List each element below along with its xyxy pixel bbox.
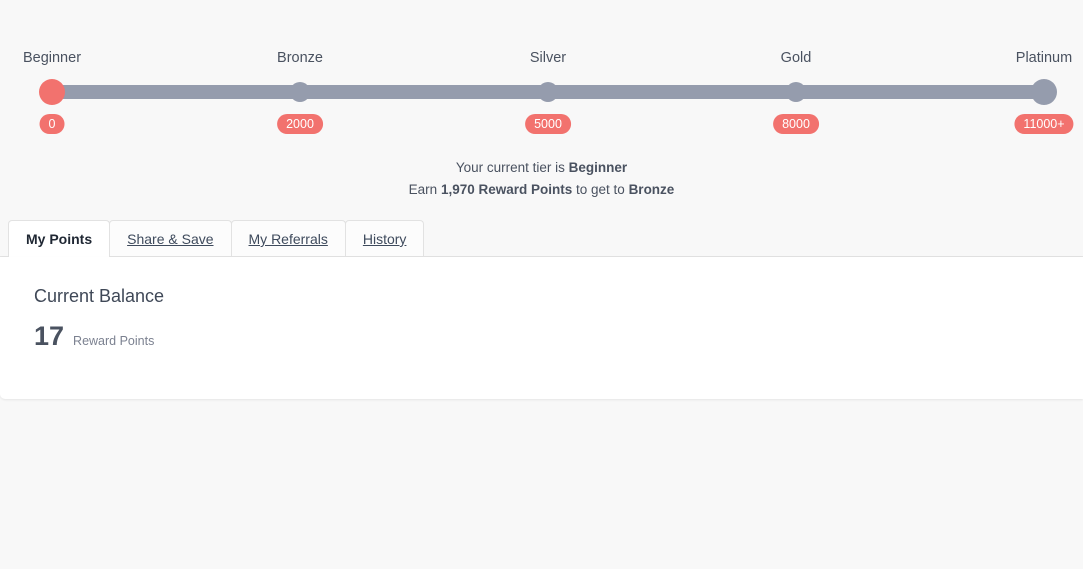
next-tier-middle: to get to bbox=[572, 181, 629, 197]
tier-points-badge: 11000+ bbox=[1014, 114, 1074, 134]
tier-points-badge: 8000 bbox=[773, 114, 819, 134]
next-tier-points-needed: 1,970 Reward Points bbox=[440, 181, 573, 197]
current-tier-line: Your current tier is Beginner bbox=[0, 157, 1083, 179]
tier-points-badge: 0 bbox=[39, 114, 65, 134]
tier-dot[interactable] bbox=[39, 79, 65, 105]
tier-label: Gold bbox=[780, 50, 812, 66]
current-balance-heading: Current Balance bbox=[34, 286, 165, 306]
tier-label: Bronze bbox=[277, 50, 323, 66]
tab-my-points[interactable]: My Points bbox=[8, 220, 111, 257]
tab-history[interactable]: History bbox=[344, 220, 425, 256]
current-tier-prefix: Your current tier is bbox=[455, 160, 569, 175]
tier-label: Platinum bbox=[1015, 50, 1073, 66]
next-tier-name: Bronze bbox=[628, 181, 675, 197]
balance-unit-label: Reward Points bbox=[73, 334, 155, 348]
tab-bar: My Points Share & Save My Referrals History bbox=[0, 220, 1083, 257]
next-tier-prefix: Earn bbox=[408, 181, 441, 197]
next-tier-line: Earn 1,970 Reward Points to get to Bronz… bbox=[0, 179, 1083, 201]
tier-label: Beginner bbox=[22, 50, 82, 66]
tier-label: Silver bbox=[529, 50, 567, 66]
tier-dot[interactable] bbox=[786, 82, 806, 102]
tab-share-save[interactable]: Share & Save bbox=[109, 220, 232, 256]
my-points-panel: Current Balance 17 Reward Points bbox=[0, 257, 1083, 399]
tab-my-referrals[interactable]: My Referrals bbox=[230, 220, 346, 256]
tier-dot[interactable] bbox=[1031, 79, 1057, 105]
tier-dot[interactable] bbox=[290, 82, 310, 102]
balance-value: 17 bbox=[34, 321, 65, 351]
tier-progress-slider: Beginner 0 Bronze 2000 Silver 5000 Gold 8000 Pla… bbox=[0, 0, 1083, 150]
current-tier-name: Beginner bbox=[568, 160, 628, 175]
tier-status-block: Your current tier is Beginner Earn 1,970… bbox=[0, 157, 1083, 200]
balance-row: 17 Reward Points bbox=[34, 321, 1083, 351]
tier-dot[interactable] bbox=[538, 82, 558, 102]
tier-points-badge: 5000 bbox=[525, 114, 571, 134]
tier-points-badge: 2000 bbox=[277, 114, 323, 134]
